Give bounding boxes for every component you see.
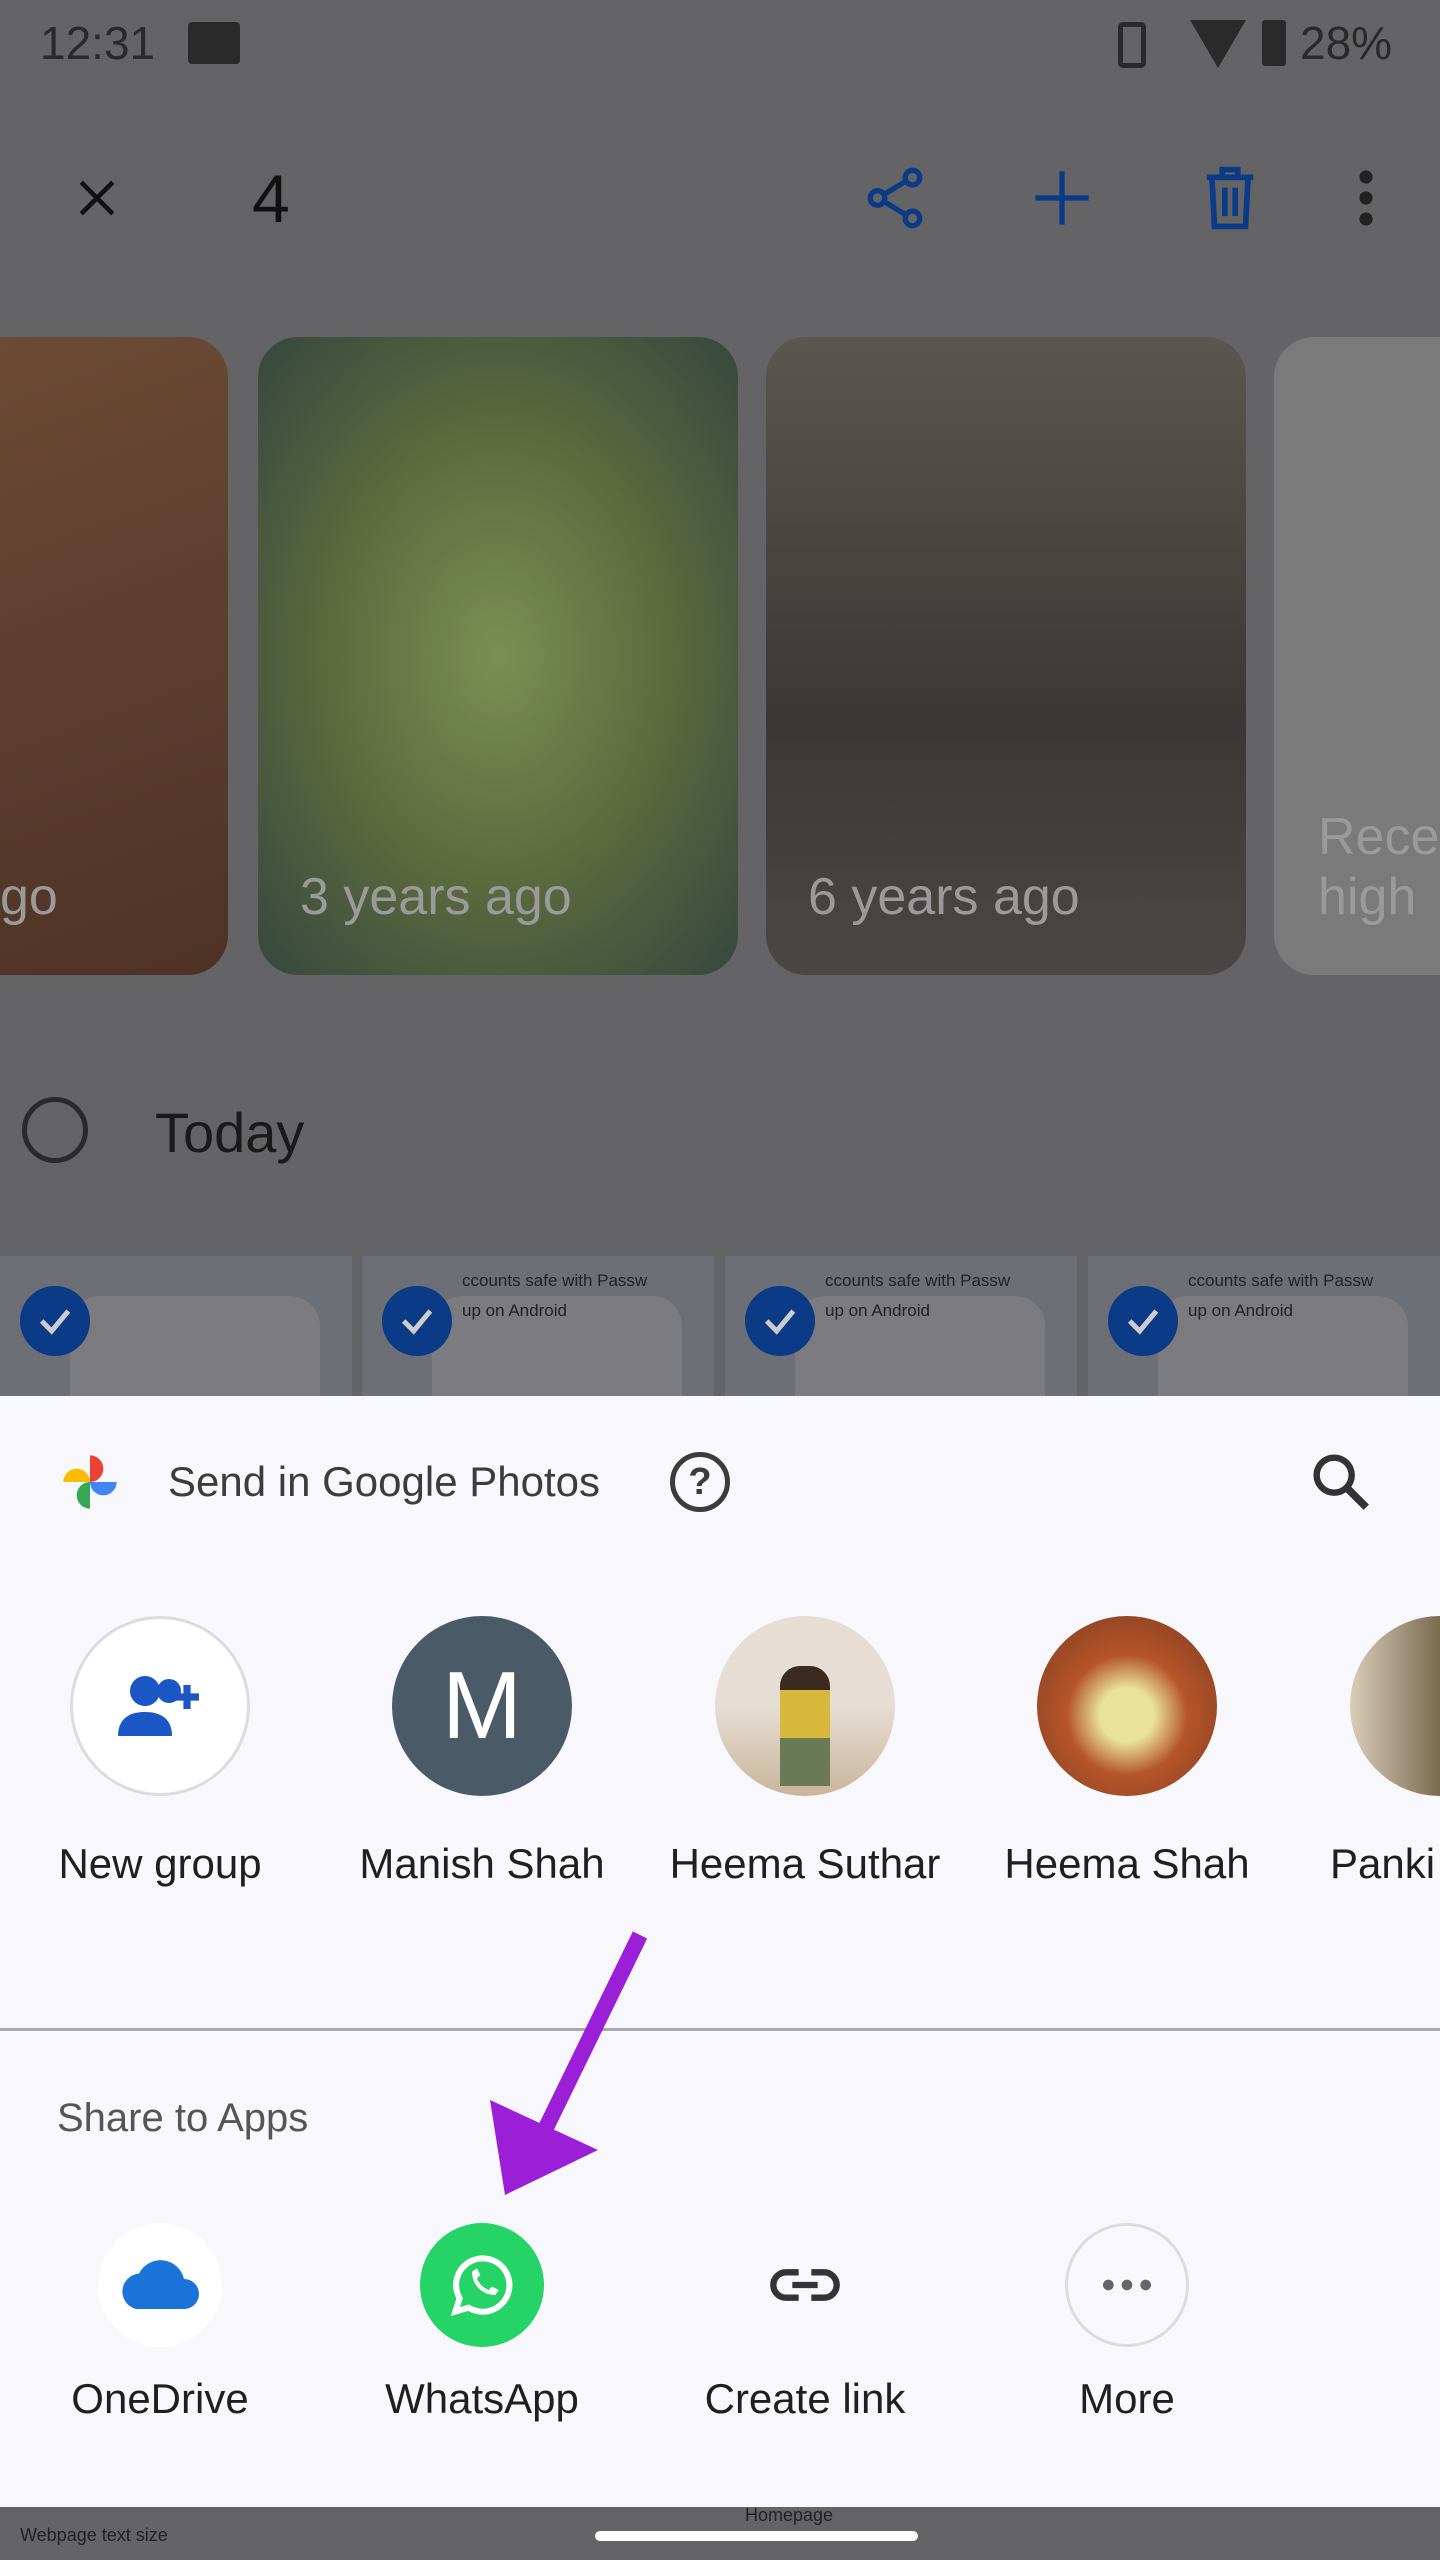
annotation-arrow [490, 1931, 648, 2195]
home-gesture-bar[interactable] [595, 2531, 918, 2541]
